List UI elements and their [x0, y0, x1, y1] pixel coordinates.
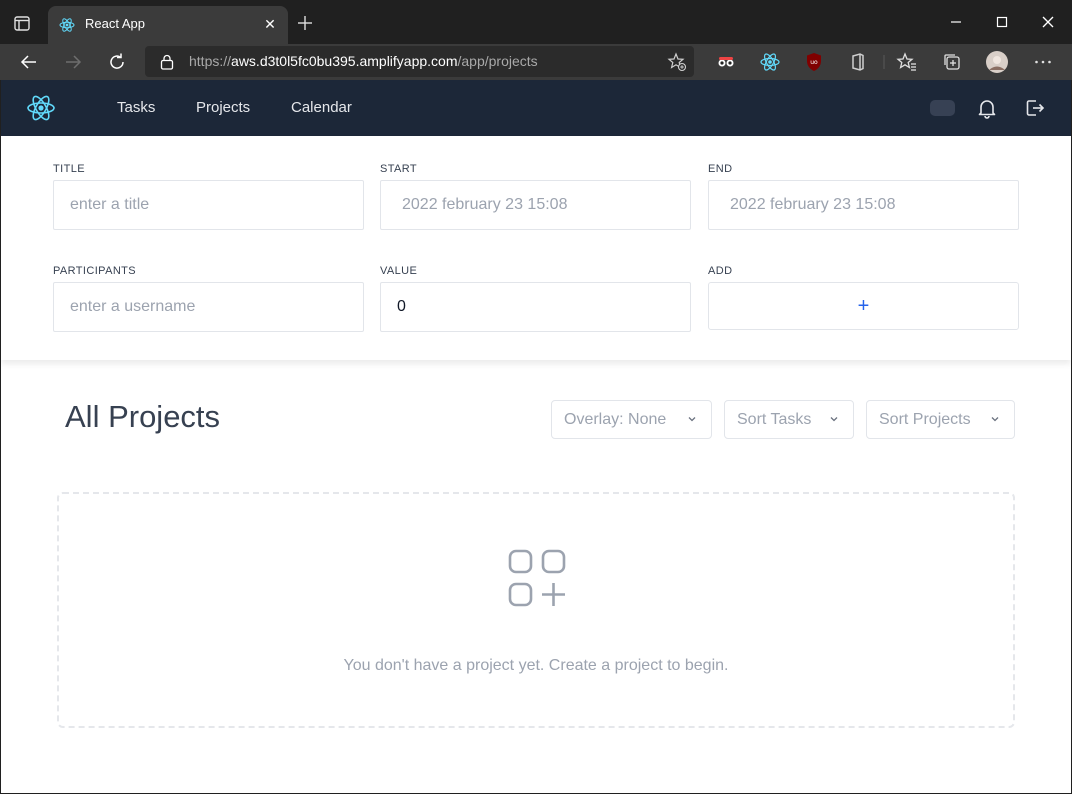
- spy-extension-icon[interactable]: [714, 50, 738, 74]
- value-input[interactable]: 0: [380, 282, 691, 332]
- start-value: 2022 february 23 15:08: [402, 196, 568, 213]
- url-scheme: https://: [189, 53, 232, 69]
- react-devtools-icon[interactable]: [758, 50, 782, 74]
- back-icon[interactable]: [17, 50, 41, 74]
- maximize-icon[interactable]: [990, 10, 1014, 34]
- title-placeholder: enter a title: [70, 196, 150, 213]
- end-datetime-input[interactable]: 2022 february 23 15:08: [708, 180, 1019, 230]
- start-datetime-input[interactable]: 2022 february 23 15:08: [380, 180, 691, 230]
- app-viewport: Tasks Projects Calendar TITLE enter a ti…: [1, 80, 1071, 793]
- profile-avatar[interactable]: [985, 50, 1009, 74]
- value-value: 0: [397, 298, 406, 315]
- url-host: aws.d3t0l5fc0bu395.amplifyapp.com: [231, 53, 458, 69]
- participants-input[interactable]: enter a username: [53, 282, 364, 332]
- add-project-icon: [508, 549, 566, 607]
- value-label: VALUE: [380, 265, 418, 277]
- toolbar-divider: [883, 55, 885, 69]
- collections-icon[interactable]: [940, 50, 964, 74]
- title-input[interactable]: enter a title: [53, 180, 364, 230]
- address-bar[interactable]: https://aws.d3t0l5fc0bu395.amplifyapp.co…: [145, 46, 694, 77]
- overlay-dropdown-label: Overlay: None: [564, 411, 667, 428]
- overlay-dropdown[interactable]: Overlay: None: [551, 400, 712, 439]
- close-icon[interactable]: ✕: [260, 14, 280, 34]
- more-icon[interactable]: [1031, 50, 1055, 74]
- chevron-down-icon: [830, 417, 838, 422]
- participants-placeholder: enter a username: [70, 298, 196, 315]
- tab-title: React App: [85, 16, 145, 31]
- sort-projects-label: Sort Projects: [879, 411, 971, 428]
- empty-message: You don't have a project yet. Create a p…: [343, 657, 729, 674]
- add-project-button[interactable]: +: [708, 282, 1019, 330]
- sort-projects-dropdown[interactable]: Sort Projects: [866, 400, 1015, 439]
- minimize-icon[interactable]: [944, 10, 968, 34]
- nav-link-tasks[interactable]: Tasks: [117, 99, 155, 116]
- app-navbar: Tasks Projects Calendar: [1, 80, 1071, 136]
- dark-mode-toggle[interactable]: [930, 100, 955, 116]
- office-icon[interactable]: [846, 50, 870, 74]
- sidebar-icon[interactable]: [14, 16, 30, 31]
- nav-link-projects[interactable]: Projects: [196, 99, 250, 116]
- new-tab-icon[interactable]: [295, 13, 315, 33]
- ublock-icon[interactable]: uo: [802, 50, 826, 74]
- logout-icon[interactable]: [1024, 97, 1046, 119]
- sort-tasks-label: Sort Tasks: [737, 411, 812, 428]
- forward-icon[interactable]: [61, 50, 85, 74]
- favorite-add-icon[interactable]: [667, 52, 687, 72]
- sort-tasks-dropdown[interactable]: Sort Tasks: [724, 400, 854, 439]
- title-label: TITLE: [53, 163, 85, 175]
- project-form: TITLE enter a title START 2022 february …: [1, 136, 1071, 360]
- browser-tab[interactable]: React App ✕: [48, 6, 288, 44]
- lock-icon[interactable]: [160, 54, 174, 70]
- react-logo[interactable]: [26, 93, 56, 123]
- start-label: START: [380, 163, 418, 175]
- svg-text:uo: uo: [810, 59, 818, 66]
- refresh-icon[interactable]: [105, 50, 129, 74]
- end-label: END: [708, 163, 733, 175]
- browser-titlebar: React App ✕: [0, 0, 1072, 44]
- url-path: /app/projects: [457, 53, 538, 69]
- add-plus-icon: +: [857, 295, 870, 317]
- favorites-icon[interactable]: [895, 50, 919, 74]
- add-label: ADD: [708, 265, 733, 277]
- empty-projects-state[interactable]: You don't have a project yet. Create a p…: [57, 492, 1015, 728]
- url-text: https://aws.d3t0l5fc0bu395.amplifyapp.co…: [189, 53, 538, 69]
- participants-label: PARTICIPANTS: [53, 265, 137, 277]
- chevron-down-icon: [688, 417, 696, 422]
- bell-icon[interactable]: [976, 97, 998, 119]
- end-value: 2022 february 23 15:08: [730, 196, 896, 213]
- window-close-icon[interactable]: [1036, 10, 1060, 34]
- nav-link-calendar[interactable]: Calendar: [291, 99, 352, 116]
- page-title: All Projects: [65, 399, 221, 434]
- react-favicon: [59, 18, 75, 32]
- chevron-down-icon: [991, 417, 999, 422]
- browser-toolbar: https://aws.d3t0l5fc0bu395.amplifyapp.co…: [0, 44, 1072, 80]
